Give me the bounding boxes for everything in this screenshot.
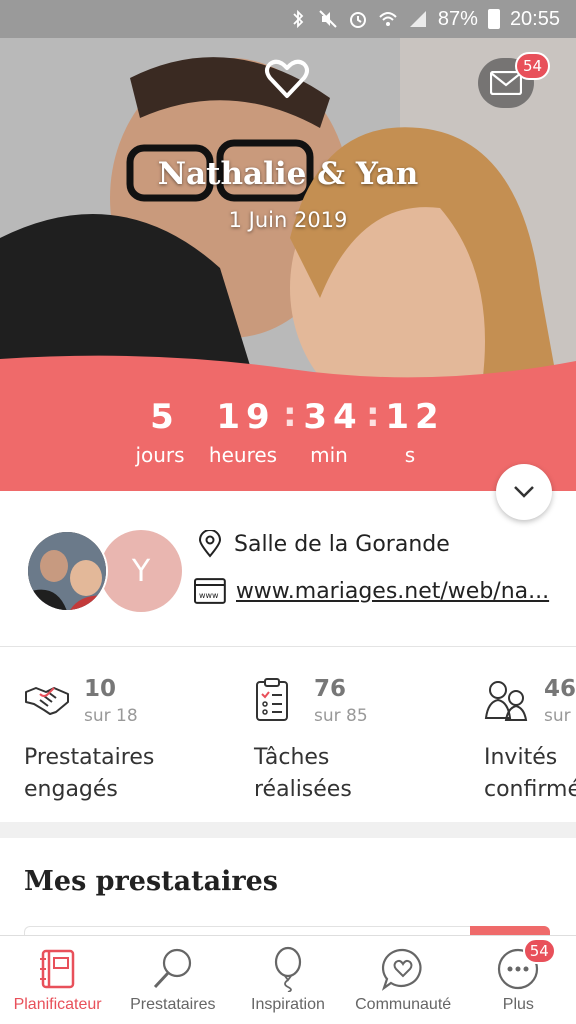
venue-row[interactable]: Salle de la Gorande <box>198 530 450 558</box>
countdown-separator: : <box>366 395 380 435</box>
checklist-icon <box>256 678 288 721</box>
stat-vendors-label-line2: engagés <box>24 777 118 802</box>
search-icon <box>151 946 195 992</box>
nav-communaute[interactable]: Communauté <box>346 936 461 1024</box>
stat-tasks-value: 76 <box>314 676 347 702</box>
countdown-seconds: 12 <box>385 397 445 437</box>
nav-label: Communauté <box>355 996 452 1013</box>
chat-heart-icon <box>381 946 425 992</box>
nav-label: Planificateur <box>13 996 102 1013</box>
expand-button[interactable] <box>496 464 552 520</box>
nav-planificateur[interactable]: Planificateur <box>0 936 115 1024</box>
countdown-days: 5 <box>150 397 180 437</box>
countdown-seconds-label: s <box>404 443 416 467</box>
nav-label: Plus <box>502 996 534 1013</box>
stat-tasks-total: sur 85 <box>314 706 368 726</box>
countdown-hours: 19 <box>216 397 276 437</box>
nav-plus[interactable]: Plus 54 <box>461 936 576 1024</box>
wifi-icon <box>378 9 398 29</box>
stat-guests-label: Invités confirmés <box>484 742 576 806</box>
couple-name: Nathalie & Yan <box>157 156 419 192</box>
stat-guests-label-line2: confirmés <box>484 777 576 802</box>
avatar-partner[interactable]: Y <box>100 530 182 612</box>
nav-label: Prestataires <box>130 996 216 1013</box>
battery-percent: 87% <box>437 7 478 30</box>
stat-guests-label-line1: Invités <box>484 745 558 770</box>
svg-text:www: www <box>199 591 219 600</box>
planner-icon <box>36 946 80 992</box>
mute-icon <box>318 9 338 29</box>
section-title: Mes prestataires <box>24 866 278 897</box>
balloon-icon <box>266 946 310 992</box>
countdown-hours-label: heures <box>208 443 278 467</box>
countdown-separator: : <box>283 395 297 435</box>
bluetooth-icon <box>288 9 308 29</box>
hero-banner: 54 Nathalie & Yan 1 Juin 2019 <box>0 38 576 398</box>
countdown-minutes: 34 <box>303 397 363 437</box>
alarm-icon <box>348 9 368 29</box>
web-icon: www <box>194 578 226 604</box>
countdown-banner: 5 19 : 34 : 12 jours heures min s <box>0 355 576 491</box>
avatar-image <box>28 532 106 610</box>
stat-vendors-label: Prestataires engagés <box>24 742 154 806</box>
website-link[interactable]: www.mariages.net/web/na... <box>236 579 554 604</box>
nav-prestataires[interactable]: Prestataires <box>115 936 230 1024</box>
battery-icon <box>487 9 500 29</box>
stat-vendors[interactable]: 10 sur 18 Prestataires engagés <box>24 672 224 812</box>
nav-inspiration[interactable]: Inspiration <box>230 936 345 1024</box>
stat-guests[interactable]: 46 sur Invités confirmés <box>484 672 576 812</box>
website-row[interactable]: www www.mariages.net/web/na... <box>194 578 554 604</box>
venue-name: Salle de la Gorande <box>234 531 450 557</box>
wedding-date: 1 Juin 2019 <box>228 208 348 232</box>
stat-guests-total: sur <box>544 706 571 726</box>
handshake-icon <box>25 687 69 715</box>
avatar-photo[interactable] <box>26 530 108 612</box>
chevron-down-icon <box>514 486 534 498</box>
more-badge: 54 <box>522 938 556 964</box>
stat-tasks[interactable]: 76 sur 85 Tâches réalisées <box>254 672 454 812</box>
status-bar: 87% 20:55 <box>0 0 576 38</box>
stat-vendors-total: sur 18 <box>84 706 138 726</box>
heart-logo-icon <box>265 59 309 98</box>
location-pin-icon <box>198 530 222 558</box>
bottom-nav: Planificateur Prestataires Inspiration C… <box>0 935 576 1024</box>
stat-guests-value: 46 <box>544 676 576 702</box>
stat-tasks-label-line2: réalisées <box>254 777 352 802</box>
stat-vendors-value: 10 <box>84 676 117 702</box>
signal-icon <box>408 9 428 29</box>
clock: 20:55 <box>509 7 560 30</box>
section-separator <box>0 822 576 838</box>
couple-avatars[interactable]: Y <box>26 530 186 612</box>
countdown-minutes-label: min <box>310 443 348 467</box>
guests-icon <box>484 681 528 721</box>
stat-tasks-label: Tâches réalisées <box>254 742 352 806</box>
stat-tasks-label-line1: Tâches <box>254 745 330 770</box>
messages-badge: 54 <box>515 52 551 80</box>
countdown-days-label: jours <box>135 443 185 467</box>
nav-label: Inspiration <box>251 996 325 1013</box>
divider <box>0 646 576 647</box>
stat-vendors-label-line1: Prestataires <box>24 745 155 770</box>
